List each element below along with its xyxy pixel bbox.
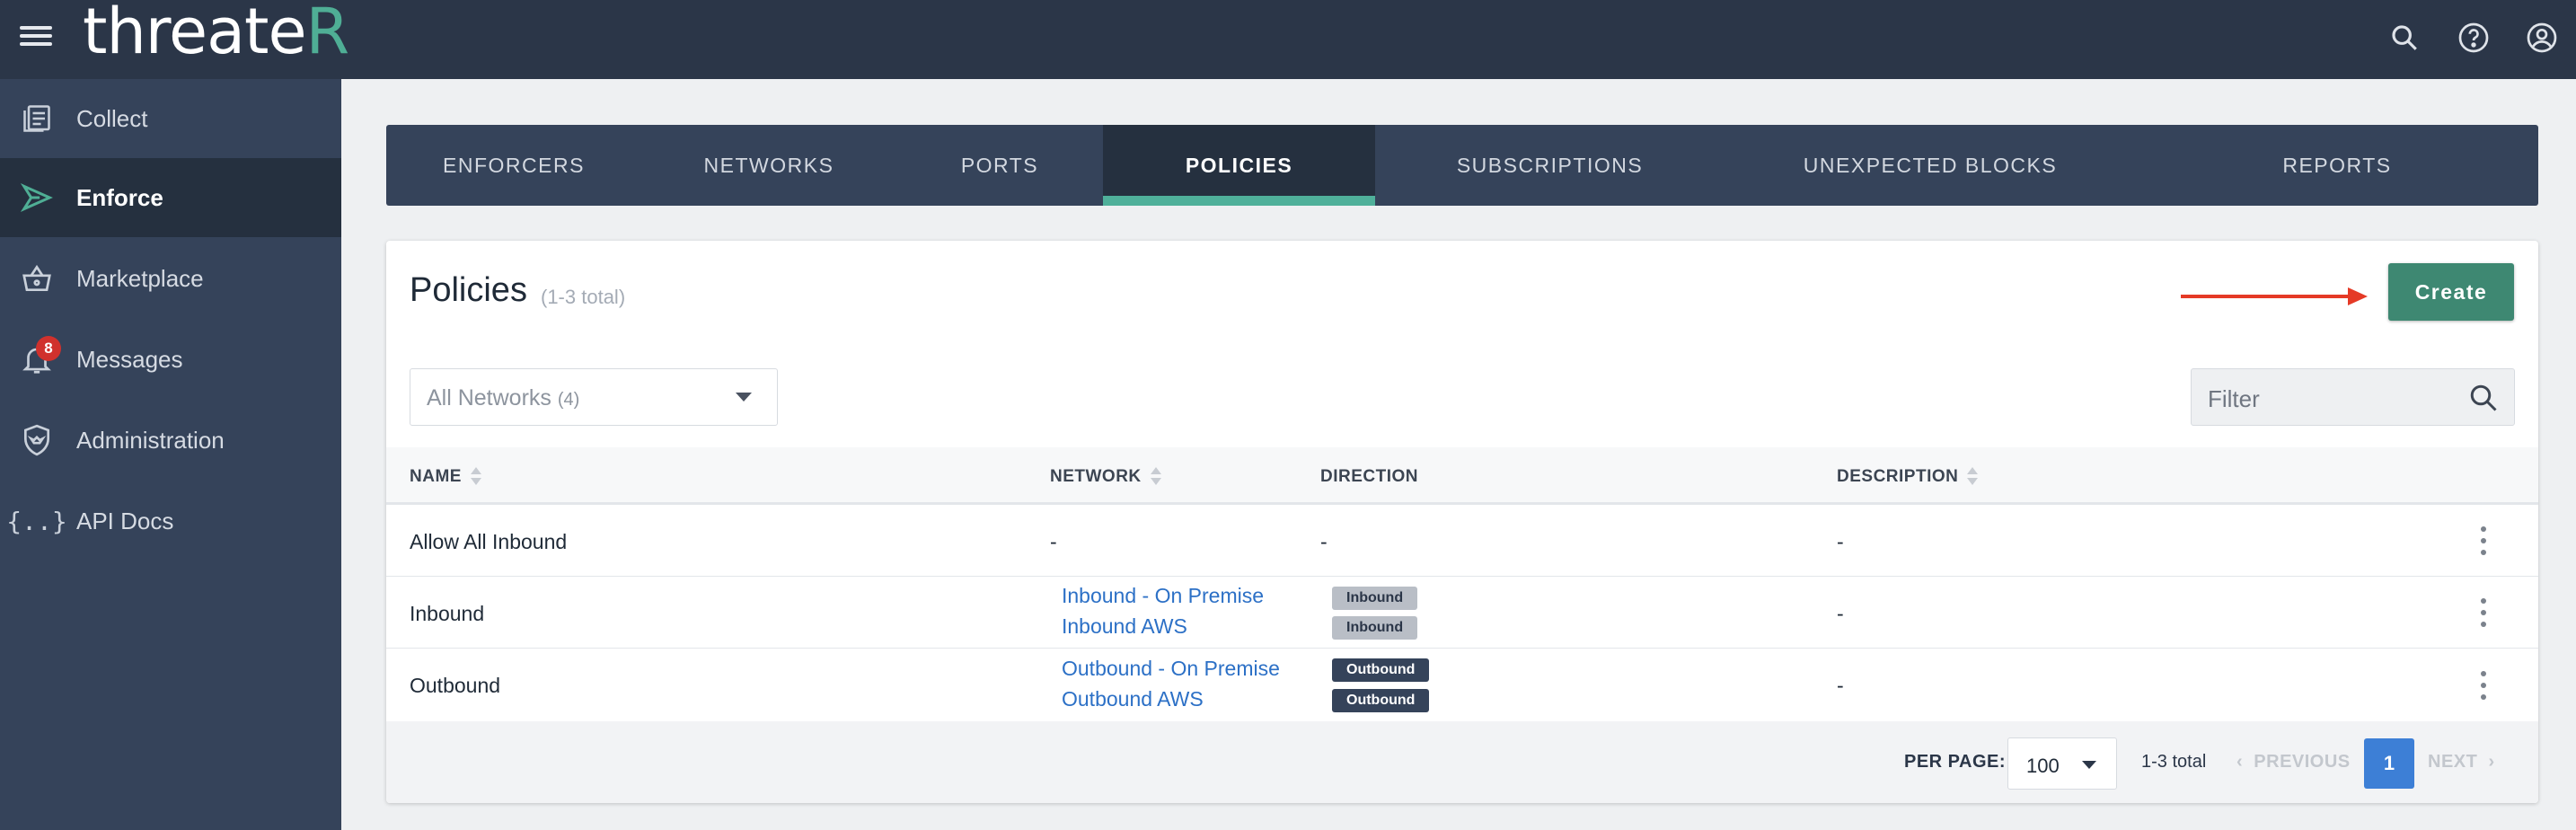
create-button[interactable]: Create: [2388, 263, 2514, 321]
sidebar-item-administration[interactable]: Administration: [0, 401, 341, 480]
enforce-icon: [18, 179, 56, 216]
column-header-name[interactable]: NAME: [410, 467, 481, 487]
sidebar-item-label: Messages: [76, 345, 183, 373]
tab-reports[interactable]: REPORTS: [2136, 125, 2538, 206]
previous-label: PREVIOUS: [2254, 752, 2351, 772]
column-label: NAME: [410, 467, 462, 486]
sidebar-item-label: API Docs: [76, 507, 174, 534]
next-label: NEXT: [2428, 752, 2478, 772]
policy-description: -: [1837, 674, 1844, 697]
chevron-down-icon: [736, 393, 752, 402]
tab-policies[interactable]: POLICIES: [1103, 125, 1375, 206]
table-row[interactable]: Allow All Inbound - - -: [386, 505, 2538, 577]
page-button-current[interactable]: 1: [2364, 738, 2414, 789]
column-label: NETWORK: [1050, 467, 1142, 486]
page-title: Policies: [410, 271, 527, 309]
pagination-bar: PER PAGE: 100 1-3 total ‹ PREVIOUS 1 NEX…: [386, 721, 2538, 803]
next-page-button[interactable]: NEXT ›: [2428, 752, 2495, 773]
direction-tag: Inbound: [1332, 616, 1418, 640]
table-row[interactable]: Inbound Inbound - On Premise Inbound AWS…: [386, 577, 2538, 649]
sort-icon[interactable]: [1967, 467, 1979, 487]
filter-input[interactable]: Filter: [2191, 368, 2515, 426]
sidebar-item-label: Administration: [76, 426, 225, 454]
per-page-label: PER PAGE:: [1904, 752, 2007, 772]
help-icon[interactable]: [2452, 16, 2495, 59]
chevron-left-icon: ‹: [2236, 752, 2254, 772]
network-select-text: All Networks: [427, 385, 551, 411]
tab-bar: ENFORCERS NETWORKS PORTS POLICIES SUBSCR…: [386, 125, 2538, 206]
column-label: DESCRIPTION: [1837, 467, 1959, 486]
policy-name: Outbound: [410, 674, 501, 697]
menu-icon[interactable]: [20, 22, 52, 57]
tab-enforcers[interactable]: ENFORCERS: [386, 125, 641, 206]
sidebar-item-api-docs[interactable]: {..} API Docs: [0, 481, 341, 561]
arrow-annotation: [2181, 287, 2368, 305]
network-link[interactable]: Inbound AWS: [1062, 614, 1187, 639]
direction-tag: Inbound: [1332, 587, 1418, 610]
shield-icon: [18, 421, 56, 459]
top-bar: threateR: [0, 0, 2576, 79]
tab-subscriptions[interactable]: SUBSCRIPTIONS: [1375, 125, 1725, 206]
collect-icon: [18, 100, 56, 137]
policy-description: -: [1837, 602, 1844, 625]
braces-icon: {..}: [6, 506, 67, 536]
column-label: DIRECTION: [1320, 467, 1418, 486]
chevron-down-icon: [2082, 761, 2096, 769]
basket-icon: [18, 260, 56, 297]
brand-suffix: R: [305, 0, 350, 68]
per-page-value: 100: [2026, 755, 2060, 777]
sidebar-item-enforce[interactable]: Enforce: [0, 158, 341, 237]
direction-tag: Outbound: [1332, 658, 1430, 682]
column-header-network[interactable]: NETWORK: [1050, 467, 1161, 487]
table-header: NAME NETWORK DIRECTION DESCRIPTION: [386, 447, 2538, 505]
sidebar-item-messages[interactable]: 8 Messages: [0, 320, 341, 399]
tab-networks[interactable]: NETWORKS: [641, 125, 896, 206]
direction-tag: Outbound: [1332, 689, 1430, 712]
pagination-total: 1-3 total: [2141, 752, 2207, 772]
search-icon[interactable]: [2383, 16, 2426, 59]
column-header-direction: DIRECTION: [1320, 467, 1418, 487]
column-header-description[interactable]: DESCRIPTION: [1837, 467, 1979, 487]
table-row[interactable]: Outbound Outbound - On Premise Outbound …: [386, 649, 2538, 721]
sidebar-item-label: Collect: [76, 104, 148, 132]
more-options-icon[interactable]: [2479, 671, 2488, 700]
sidebar-item-label: Marketplace: [76, 264, 204, 292]
network-link[interactable]: Outbound - On Premise: [1062, 657, 1280, 681]
per-page-select[interactable]: 100: [2007, 737, 2117, 790]
network-link[interactable]: Inbound - On Premise: [1062, 584, 1264, 608]
sidebar: Collect Enforce Marketplace 8 Messages A…: [0, 79, 341, 830]
filter-placeholder: Filter: [2208, 385, 2260, 412]
policy-name: Inbound: [410, 602, 485, 625]
chevron-right-icon: ›: [2477, 752, 2495, 772]
network-link[interactable]: Outbound AWS: [1062, 687, 1204, 711]
policy-name: Allow All Inbound: [410, 530, 568, 553]
sidebar-item-label: Enforce: [76, 183, 163, 211]
network-select-count: (4): [557, 390, 580, 410]
sort-icon[interactable]: [1150, 467, 1161, 487]
more-options-icon[interactable]: [2479, 526, 2488, 555]
policy-network: -: [1050, 530, 1057, 553]
policy-description: -: [1837, 530, 1844, 553]
brand-logo[interactable]: threateR: [83, 0, 350, 68]
tab-ports[interactable]: PORTS: [896, 125, 1103, 206]
more-options-icon[interactable]: [2479, 598, 2488, 627]
account-icon[interactable]: [2520, 16, 2563, 59]
network-select-label: All Networks (4): [427, 385, 579, 411]
search-icon[interactable]: [2467, 382, 2500, 414]
sidebar-item-collect[interactable]: Collect: [0, 79, 341, 158]
brand-prefix: threate: [83, 0, 307, 68]
policy-direction: -: [1320, 530, 1328, 553]
notification-badge: 8: [36, 336, 61, 361]
policy-count: (1-3 total): [541, 286, 626, 308]
sort-icon[interactable]: [470, 467, 481, 487]
network-select[interactable]: All Networks (4): [410, 368, 778, 426]
sidebar-item-marketplace[interactable]: Marketplace: [0, 239, 341, 318]
previous-page-button[interactable]: ‹ PREVIOUS: [2236, 752, 2351, 773]
policies-card: Policies (1-3 total) Create All Networks…: [386, 241, 2538, 803]
tab-unexpected-blocks[interactable]: UNEXPECTED BLOCKS: [1725, 125, 2136, 206]
